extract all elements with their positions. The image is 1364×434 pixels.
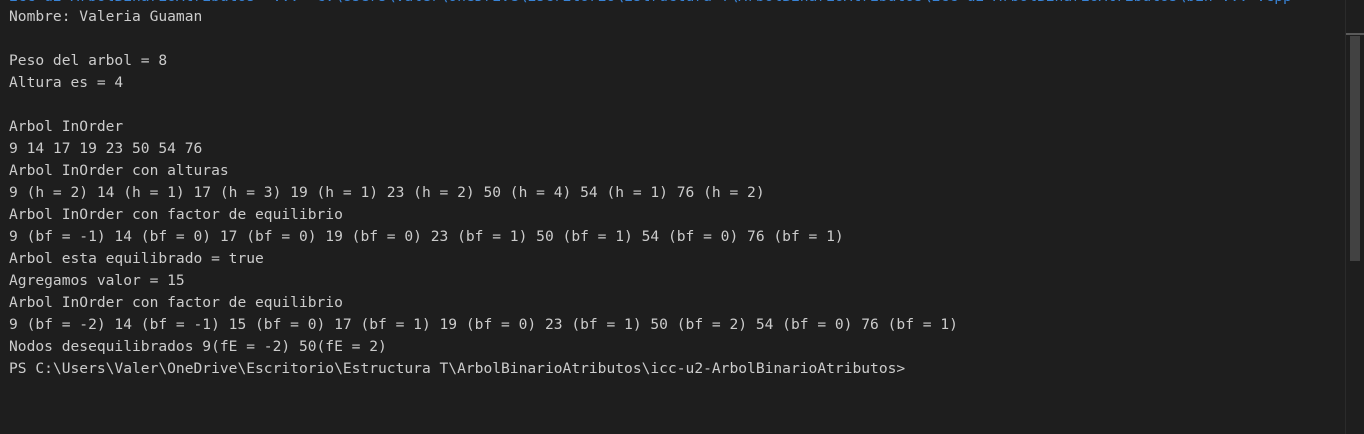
terminal-line: Altura es = 4 <box>9 74 124 91</box>
terminal-line: Peso del arbol = 8 <box>9 52 168 69</box>
terminal-prompt[interactable]: PS C:\Users\Valer\OneDrive\Escritorio\Es… <box>9 358 958 380</box>
terminal-line: Arbol InOrder con alturas <box>9 162 229 179</box>
terminal-line: Arbol InOrder <box>9 118 124 135</box>
terminal-line: 9 (bf = -2) 14 (bf = -1) 15 (bf = 0) 17 … <box>9 316 958 333</box>
terminal-line: Arbol esta equilibrado = true <box>9 250 264 267</box>
terminal-line: Arbol InOrder con factor de equilibrio <box>9 206 343 223</box>
terminal-line: 9 (bf = -1) 14 (bf = 0) 17 (bf = 0) 19 (… <box>9 228 844 245</box>
terminal-line: 9 14 17 19 23 50 54 76 <box>9 140 203 157</box>
terminal-line: Nodos desequilibrados 9(fE = -2) 50(fE =… <box>9 338 387 355</box>
terminal-line: Nombre: Valeria Guaman <box>9 8 203 25</box>
vertical-scrollbar[interactable] <box>1345 0 1364 434</box>
terminal-lines: Nombre: Valeria Guaman Peso del arbol = … <box>9 6 958 380</box>
terminal-output[interactable]: icc-u2-ArbolBinarioAtributos ... C:\User… <box>0 0 1346 434</box>
terminal-line: 9 (h = 2) 14 (h = 1) 17 (h = 3) 19 (h = … <box>9 184 765 201</box>
terminal-line: Arbol InOrder con factor de equilibrio <box>9 294 343 311</box>
scrollbar-position-marker <box>1346 33 1364 35</box>
scrollbar-thumb[interactable] <box>1350 36 1360 261</box>
terminal-line: Agregamos valor = 15 <box>9 272 185 289</box>
